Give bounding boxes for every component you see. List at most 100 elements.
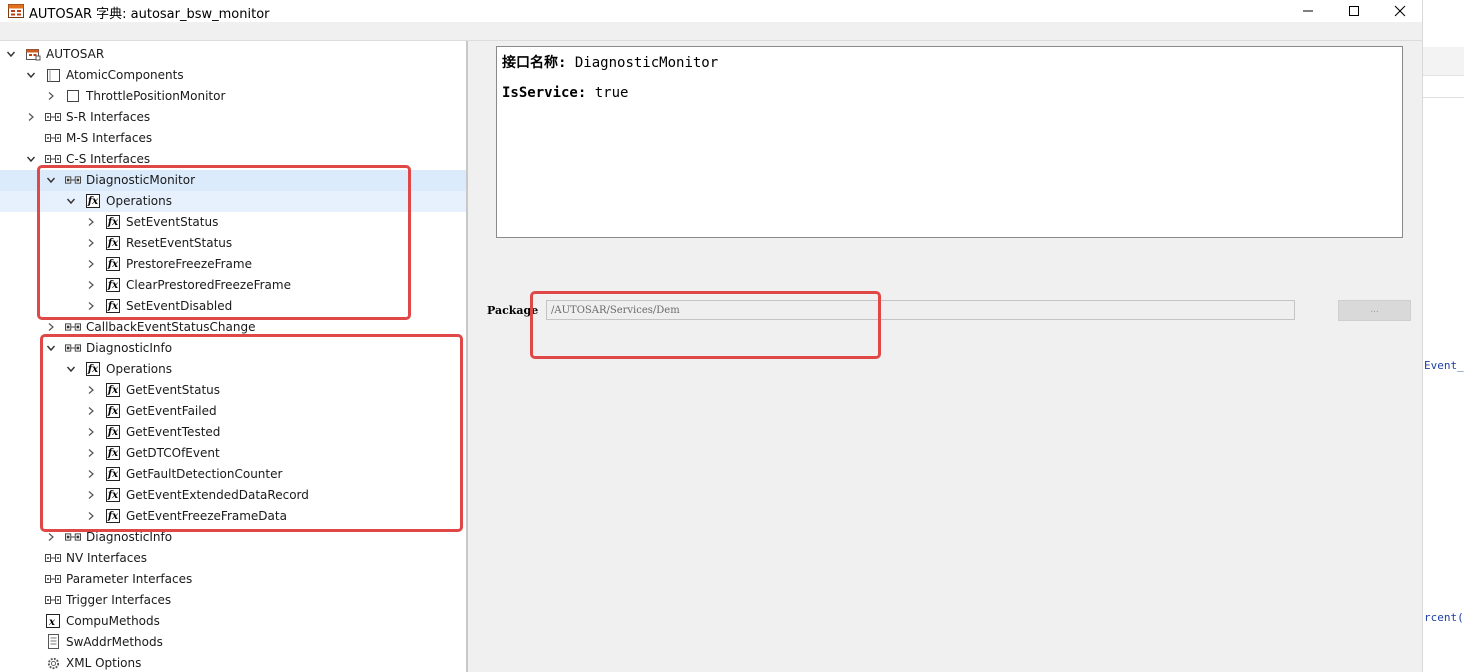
is-service-line: IsService: true (502, 85, 628, 101)
tree-item-op3[interactable]: fx PrestoreFreezeFrame (0, 254, 466, 275)
tree-item-label: ResetEventStatus (126, 236, 233, 250)
chevron-right-icon[interactable] (45, 321, 57, 333)
tree-item-label: AUTOSAR (46, 47, 105, 61)
chevron-down-icon[interactable] (25, 153, 37, 165)
tree-item-param[interactable]: Parameter Interfaces (0, 569, 466, 590)
tree-item-op9[interactable]: fx GetDTCOfEvent (0, 443, 466, 464)
tree-item-op8[interactable]: fx GetEventTested (0, 422, 466, 443)
chevron-right-icon[interactable] (45, 90, 57, 102)
tree-item-ms[interactable]: M-S Interfaces (0, 128, 466, 149)
svg-text:x: x (48, 617, 56, 628)
maximize-button[interactable] (1331, 0, 1377, 22)
interface-name-line: 接口名称: DiagnosticMonitor (502, 52, 718, 72)
chevron-right-icon[interactable] (25, 111, 37, 123)
chevron-right-icon[interactable] (85, 510, 97, 522)
tree-item-op10[interactable]: fx GetFaultDetectionCounter (0, 464, 466, 485)
chevron-right-icon[interactable] (85, 237, 97, 249)
package-field[interactable]: /AUTOSAR/Services/Dem (546, 300, 1295, 320)
tree-item-label: ThrottlePositionMonitor (86, 89, 226, 103)
chevron-down-icon[interactable] (5, 48, 17, 60)
tree-item-swaddr[interactable]: SwAddrMethods (0, 632, 466, 653)
tree-item-cs[interactable]: C-S Interfaces (0, 149, 466, 170)
tree-item-di-ops[interactable]: fx Operations (0, 359, 466, 380)
client-server-icon (65, 172, 81, 188)
minimize-button[interactable] (1285, 0, 1331, 22)
background-separator (1423, 97, 1464, 98)
chevron-right-icon[interactable] (85, 384, 97, 396)
tree-item-label: NV Interfaces (66, 551, 147, 565)
chevron-right-icon[interactable] (85, 405, 97, 417)
function-icon: fx (106, 236, 120, 250)
chevron-down-icon[interactable] (65, 363, 77, 375)
tree-item-trig[interactable]: Trigger Interfaces (0, 590, 466, 611)
background-code-fragment: rcent() (1424, 611, 1464, 624)
tree-item-dm[interactable]: DiagnosticMonitor (0, 170, 466, 191)
interface-pair-icon (45, 550, 61, 566)
autosar-tree-view[interactable]: AUTOSAR AtomicComponents ThrottlePositionM… (0, 41, 466, 672)
background-toolbar (1423, 47, 1464, 76)
tree-item-label: Operations (106, 194, 172, 208)
client-server-icon (65, 319, 81, 335)
is-service-label: IsService: (502, 85, 587, 101)
chevron-right-icon[interactable] (45, 531, 57, 543)
tree-item-compu[interactable]: x CompuMethods (0, 611, 466, 632)
chevron-right-icon[interactable] (85, 447, 97, 459)
tree-item-op2[interactable]: fx ResetEventStatus (0, 233, 466, 254)
tree-item-label: DiagnosticMonitor (86, 173, 195, 187)
chevron-right-icon[interactable] (85, 468, 97, 480)
tree-item-cb[interactable]: CallbackEventStatusChange (0, 317, 466, 338)
title-bar[interactable]: AUTOSAR 字典: autosar_bsw_monitor (0, 0, 1422, 22)
tree-item-autosar[interactable]: AUTOSAR (0, 44, 466, 65)
tree-item-op4[interactable]: fx ClearPrestoredFreezeFrame (0, 275, 466, 296)
interface-pair-icon (45, 571, 61, 587)
tree-item-op6[interactable]: fx GetEventStatus (0, 380, 466, 401)
chevron-down-icon[interactable] (25, 69, 37, 81)
function-icon: fx (106, 257, 120, 271)
tree-item-op1[interactable]: fx SetEventStatus (0, 212, 466, 233)
tree-item-label: SetEventStatus (126, 215, 219, 229)
function-icon: fx (86, 362, 100, 376)
chevron-right-icon[interactable] (85, 279, 97, 291)
chevron-down-icon[interactable] (65, 195, 77, 207)
tree-item-op7[interactable]: fx GetEventFailed (0, 401, 466, 422)
function-icon: fx (106, 425, 120, 439)
tree-item-di2[interactable]: DiagnosticInfo (0, 527, 466, 548)
interface-pair-icon (45, 151, 61, 167)
chevron-down-icon[interactable] (45, 174, 57, 186)
compu-method-icon: x (45, 613, 61, 629)
tree-item-xml[interactable]: XML Options (0, 653, 466, 672)
tree-item-nv[interactable]: NV Interfaces (0, 548, 466, 569)
tree-item-op12[interactable]: fx GetEventFreezeFrameData (0, 506, 466, 527)
tree-item-label: PrestoreFreezeFrame (126, 257, 252, 271)
interface-pair-icon (45, 130, 61, 146)
function-icon: fx (86, 194, 100, 208)
chevron-right-icon[interactable] (85, 489, 97, 501)
tree-item-label: GetFaultDetectionCounter (126, 467, 283, 481)
close-button[interactable] (1377, 0, 1423, 22)
function-icon: fx (106, 278, 120, 292)
tree-item-di[interactable]: DiagnosticInfo (0, 338, 466, 359)
chevron-right-icon[interactable] (85, 258, 97, 270)
tree-item-label: Parameter Interfaces (66, 572, 193, 586)
tree-item-label: GetEventTested (126, 425, 221, 439)
tree-item-label: C-S Interfaces (66, 152, 151, 166)
function-icon: fx (106, 488, 120, 502)
function-icon: fx (106, 215, 120, 229)
tree-item-tpm[interactable]: ThrottlePositionMonitor (0, 86, 466, 107)
function-icon: fx (106, 509, 120, 523)
tree-item-dm-ops[interactable]: fx Operations (0, 191, 466, 212)
chevron-down-icon[interactable] (45, 342, 57, 354)
tree-item-label: GetEventFailed (126, 404, 217, 418)
tree-item-op5[interactable]: fx SetEventDisabled (0, 296, 466, 317)
tree-item-sr[interactable]: S-R Interfaces (0, 107, 466, 128)
tree-item-label: Trigger Interfaces (66, 593, 172, 607)
chevron-right-icon[interactable] (85, 426, 97, 438)
tree-item-atomic[interactable]: AtomicComponents (0, 65, 466, 86)
minimize-icon (1303, 10, 1313, 12)
chevron-right-icon[interactable] (85, 216, 97, 228)
tree-item-label: ClearPrestoredFreezeFrame (126, 278, 291, 292)
tree-item-op11[interactable]: fx GetEventExtendedDataRecord (0, 485, 466, 506)
chevron-right-icon[interactable] (85, 300, 97, 312)
package-browse-button[interactable]: ... (1338, 300, 1411, 321)
tree-item-label: XML Options (66, 656, 142, 670)
